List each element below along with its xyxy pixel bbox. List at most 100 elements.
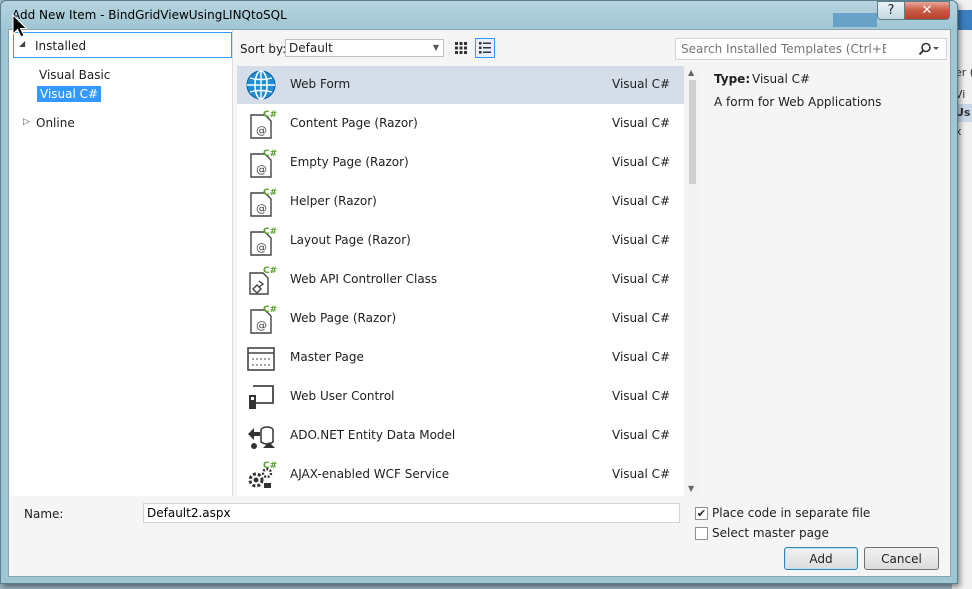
scroll-up-icon[interactable]: ▲ (688, 68, 694, 77)
user-control-icon (245, 381, 277, 413)
template-row[interactable]: Web Form Visual C# (237, 66, 684, 104)
expanded-triangle-icon[interactable]: ◢ (19, 39, 25, 48)
detail-type-label: Type: (714, 72, 751, 86)
sort-by-value: Default (289, 41, 333, 55)
razor-page-icon: @ C# (245, 303, 277, 335)
category-tree: ◢ Installed Visual Basic Visual C# ▷ Onl… (9, 30, 233, 496)
template-name: Web User Control (290, 389, 395, 403)
tree-node-visual-csharp[interactable]: Visual C# (37, 86, 102, 102)
medium-icons-view-button[interactable] (451, 38, 471, 58)
template-row[interactable]: @ C# Layout Page (Razor) Visual C# (237, 222, 684, 260)
template-name: Layout Page (Razor) (290, 233, 411, 247)
svg-text:@: @ (256, 202, 267, 215)
name-input[interactable] (143, 503, 680, 523)
template-row[interactable]: @ C# Helper (Razor) Visual C# (237, 183, 684, 221)
grid-view-icon (455, 42, 467, 54)
master-page-icon (245, 342, 277, 374)
tree-node-installed-label: Installed (35, 39, 87, 53)
close-button[interactable]: ✕ (904, 1, 950, 20)
detail-description: A form for Web Applications (714, 95, 882, 109)
sort-by-label: Sort by: (240, 42, 287, 56)
dropdown-arrow-icon: ▼ (432, 43, 439, 52)
template-language: Visual C# (612, 389, 671, 403)
search-templates-box[interactable] (675, 38, 947, 60)
template-list[interactable]: Web Form Visual C# @ C# Content Page (Razor)… (237, 66, 702, 496)
svg-text:@: @ (256, 163, 267, 176)
name-label: Name: (24, 507, 64, 521)
search-input[interactable] (676, 39, 886, 59)
template-language: Visual C# (612, 311, 671, 325)
tree-node-visual-basic[interactable]: Visual Basic (39, 68, 110, 82)
template-row[interactable]: Master Page Visual C# (237, 339, 684, 377)
template-name: Web Page (Razor) (290, 311, 397, 325)
checkmark-icon: ✔ (696, 507, 707, 520)
search-icon[interactable] (918, 42, 940, 56)
svg-text:C#: C# (263, 266, 277, 276)
svg-text:C#: C# (263, 149, 277, 159)
scrollbar-thumb[interactable] (689, 80, 696, 184)
add-button[interactable]: Add (784, 547, 858, 570)
mouse-cursor-icon (12, 14, 28, 38)
place-code-separate-label[interactable]: Place code in separate file (712, 506, 870, 520)
template-row[interactable]: C# Web API Controller Class Visual C# (237, 261, 684, 299)
details-view-button[interactable] (475, 38, 495, 58)
template-name: AJAX-enabled WCF Service (290, 467, 450, 481)
svg-text:C#: C# (263, 305, 277, 315)
template-row[interactable]: @ C# Content Page (Razor) Visual C# (237, 105, 684, 143)
vertical-scrollbar[interactable]: ▲ ▼ (684, 66, 702, 496)
svg-text:C#: C# (263, 461, 277, 471)
select-master-page-checkbox[interactable] (695, 527, 708, 540)
background-highlight (833, 13, 877, 27)
template-name: Master Page (290, 350, 364, 364)
template-language: Visual C# (612, 350, 671, 364)
tree-node-online[interactable]: Online (36, 116, 75, 130)
template-row[interactable]: Web User Control Visual C# (237, 378, 684, 416)
entity-model-icon (245, 420, 277, 452)
template-row[interactable]: ADO.NET Entity Data Model Visual C# (237, 417, 684, 455)
razor-page-icon: @ C# (245, 225, 277, 257)
template-language: Visual C# (612, 194, 671, 208)
razor-page-icon: @ C# (245, 186, 277, 218)
template-language: Visual C# (612, 428, 671, 442)
svg-text:@: @ (256, 124, 267, 137)
controller-icon: C# (245, 264, 277, 296)
place-code-separate-checkbox[interactable]: ✔ (695, 507, 708, 520)
template-language: Visual C# (612, 467, 671, 481)
svg-text:@: @ (256, 241, 267, 254)
scroll-down-icon[interactable]: ▼ (688, 484, 694, 493)
cancel-button[interactable]: Cancel (864, 547, 939, 570)
template-name: Web Form (290, 77, 351, 91)
template-name: Empty Page (Razor) (290, 155, 409, 169)
template-name: Helper (Razor) (290, 194, 377, 208)
list-view-icon (479, 42, 491, 54)
collapsed-triangle-icon[interactable]: ▷ (23, 117, 30, 127)
add-new-item-dialog: Add New Item - BindGridViewUsingLINQtoSQ… (0, 0, 958, 584)
template-language: Visual C# (612, 155, 671, 169)
template-name: Content Page (Razor) (290, 116, 418, 130)
template-language: Visual C# (612, 272, 671, 286)
globe-icon (245, 69, 277, 101)
svg-text:C#: C# (263, 110, 277, 120)
svg-text:C#: C# (263, 227, 277, 237)
sort-by-dropdown[interactable]: Default ▼ (285, 39, 444, 57)
detail-type-value: Visual C# (752, 72, 811, 86)
template-name: ADO.NET Entity Data Model (290, 428, 456, 442)
select-master-page-label[interactable]: Select master page (712, 526, 829, 540)
template-row[interactable]: @ C# Web Page (Razor) Visual C# (237, 300, 684, 338)
template-name: Web API Controller Class (290, 272, 438, 286)
template-language: Visual C# (612, 77, 671, 91)
wcf-service-icon: C# (245, 459, 277, 491)
template-row[interactable]: C# AJAX-enabled WCF Service Visual C# (237, 456, 684, 494)
template-language: Visual C# (612, 116, 671, 130)
help-button[interactable]: ? (877, 1, 905, 20)
svg-text:@: @ (256, 319, 267, 332)
window-title: Add New Item - BindGridViewUsingLINQtoSQ… (12, 8, 287, 22)
razor-page-icon: @ C# (245, 147, 277, 179)
title-bar[interactable]: Add New Item - BindGridViewUsingLINQtoSQ… (1, 1, 957, 29)
razor-page-icon: @ C# (245, 108, 277, 140)
template-language: Visual C# (612, 233, 671, 247)
tree-node-installed[interactable]: ◢ Installed (13, 32, 232, 58)
dialog-client: ◢ Installed Visual Basic Visual C# ▷ Onl… (8, 29, 951, 577)
template-row[interactable]: @ C# Empty Page (Razor) Visual C# (237, 144, 684, 182)
svg-text:C#: C# (263, 188, 277, 198)
